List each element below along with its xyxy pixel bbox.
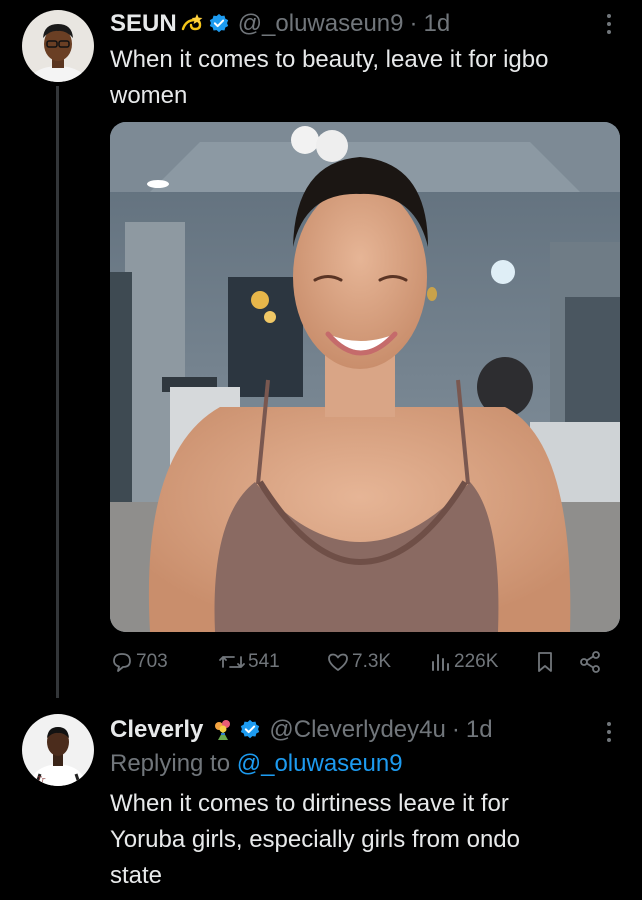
reply-button[interactable]: 703 [110, 650, 168, 674]
bookmark-icon [538, 652, 552, 672]
like-count: 7.3K [352, 651, 392, 672]
author-name[interactable]: SEUN [110, 10, 177, 38]
heart-icon [328, 653, 348, 671]
share-icon [580, 651, 600, 673]
views-button[interactable]: 226K [428, 650, 498, 674]
replying-to-line: Replying to @_oluwaseun9 [110, 750, 403, 778]
separator-dot: · [409, 10, 418, 37]
retweet-icon [219, 656, 245, 668]
tweet-photo-image [110, 122, 620, 632]
reply-text: When it comes to dirtiness leave it for … [110, 786, 520, 894]
like-button[interactable]: 7.3K [326, 650, 391, 674]
verified-badge-icon[interactable] [208, 13, 230, 35]
views-chart-icon [432, 654, 449, 671]
retweet-count: 541 [248, 651, 280, 672]
share-button[interactable] [578, 650, 602, 674]
replying-to-label: Replying to [110, 750, 231, 777]
separator-dot: · [451, 716, 460, 743]
avatar[interactable]: Tr [22, 714, 94, 786]
verified-badge-icon[interactable] [239, 719, 261, 741]
reply-header: Cleverly @Cleverlydey4u · 1d [110, 714, 493, 746]
thread-connector-line [56, 86, 59, 698]
tweet-text-line: women [110, 82, 188, 109]
reply-count: 703 [136, 651, 168, 672]
tweet-header: SEUN @_oluwaseun9 · 1d [110, 8, 450, 40]
replying-to-mention[interactable]: @_oluwaseun9 [237, 750, 403, 777]
author-handle[interactable]: @_oluwaseun9 [238, 10, 404, 38]
author-name[interactable]: Cleverly [110, 716, 203, 744]
svg-text:Tr: Tr [37, 776, 46, 784]
tweet-text-line: When it comes to beauty, leave it for ig… [110, 46, 549, 73]
view-count: 226K [454, 651, 499, 672]
reply-icon [113, 653, 131, 672]
reply-text-line: When it comes to dirtiness leave it for [110, 790, 509, 817]
bookmark-button[interactable] [534, 650, 556, 674]
tweet-photo[interactable] [110, 122, 620, 632]
retweet-button[interactable]: 541 [218, 650, 280, 674]
cleverly-avatar-image: Tr [22, 714, 94, 786]
reply-text-line: state [110, 862, 163, 889]
more-options-icon[interactable] [606, 722, 612, 742]
reply-timestamp[interactable]: 1d [466, 716, 493, 744]
avatar[interactable] [22, 10, 94, 82]
tweet-action-bar: 703 541 7.3K 226K [110, 650, 620, 680]
bouquet-emoji-icon [211, 718, 235, 742]
tweet-text: When it comes to beauty, leave it for ig… [110, 42, 548, 114]
dizzy-emoji-icon [180, 12, 204, 36]
author-handle[interactable]: @Cleverlydey4u [269, 716, 445, 744]
seun-avatar-image [22, 10, 94, 82]
tweet-timestamp[interactable]: 1d [424, 10, 451, 38]
reply-text-line: Yoruba girls, especially girls from ondo [110, 826, 520, 853]
more-options-icon[interactable] [606, 14, 612, 34]
